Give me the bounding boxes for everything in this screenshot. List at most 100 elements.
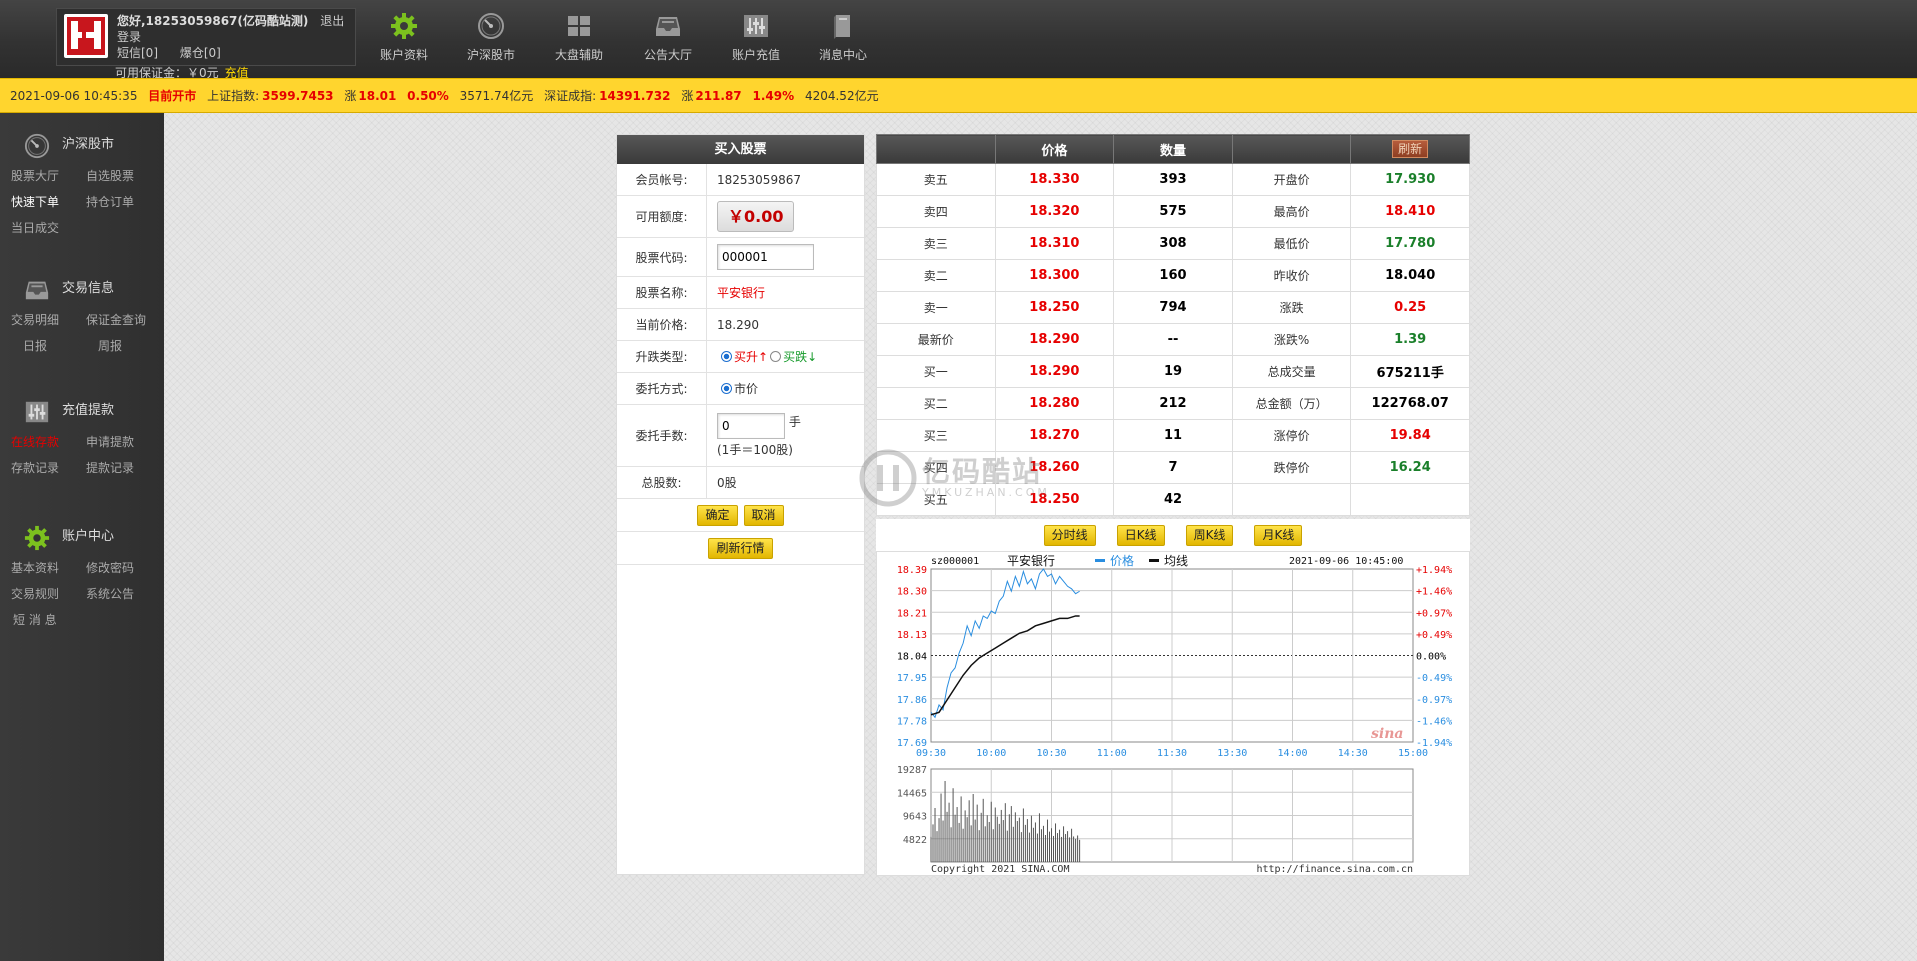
nav-recharge[interactable]: 账户充值 [716, 12, 796, 63]
sidebar-item-trade-rules[interactable]: 交易规则 [11, 581, 86, 607]
daily-k-button[interactable]: 日K线 [1116, 524, 1165, 546]
quote-row-value: 1.39 [1350, 323, 1470, 356]
confirm-button[interactable]: 确定 [697, 504, 738, 526]
sidebar-item-withdraw-records[interactable]: 提款记录 [86, 455, 161, 481]
nav-message-center[interactable]: 消息中心 [803, 12, 883, 63]
refresh-quote-button[interactable]: 刷新行情 [708, 537, 773, 559]
gauge-icon [478, 13, 504, 39]
tray-icon [25, 281, 49, 300]
sidebar-section-title[interactable]: 充值提款 [0, 393, 164, 429]
quote-row: 卖四 18.320 575 最高价 18.410 [876, 195, 1470, 228]
quote-row-value: 675211手 [1350, 355, 1470, 388]
sidebar-section-title[interactable]: 沪深股市 [0, 127, 164, 163]
nav-label: 沪深股市 [466, 48, 515, 62]
quote-row: 买一 18.290 19 总成交量 675211手 [876, 355, 1470, 388]
total-shares-value: 0股 [717, 476, 737, 490]
header-blank [1231, 134, 1352, 164]
quote-row-qty: 11 [1113, 419, 1233, 452]
quote-row: 卖五 18.330 393 开盘价 17.930 [876, 163, 1470, 196]
sidebar-item-trade-detail[interactable]: 交易明细 [11, 307, 86, 333]
sidebar-item-deposit-records[interactable]: 存款记录 [11, 455, 86, 481]
nav-market-assist[interactable]: 大盘辅助 [539, 12, 619, 63]
sidebar-item-quick-order[interactable]: 快速下单 [11, 189, 86, 215]
quote-row-key: 最高价 [1231, 195, 1352, 228]
quote-row: 最新价 18.290 -- 涨跌% 1.39 [876, 323, 1470, 356]
stock-code-input[interactable] [717, 244, 814, 270]
x-tick-label: 09:30 [916, 748, 946, 759]
sidebar-item-messages[interactable]: 短 消 息 [11, 607, 86, 633]
x-tick-label: 14:30 [1338, 748, 1368, 759]
quote-row-key: 最低价 [1231, 227, 1352, 260]
quote-row-qty: 7 [1113, 451, 1233, 484]
sidebar-item-online-deposit[interactable]: 在线存款 [11, 429, 86, 455]
buy-up-label[interactable]: 买升↑ [734, 348, 768, 365]
y-pct-tick-label: +0.97% [1416, 608, 1452, 619]
sidebar-section-title[interactable]: 账户中心 [0, 519, 164, 555]
sidebar-section-title[interactable]: 交易信息 [0, 271, 164, 307]
nav-label: 账户资料 [379, 48, 428, 62]
sh-change: 18.01 [358, 89, 397, 103]
x-tick-label: 13:30 [1217, 748, 1247, 759]
weekly-k-button[interactable]: 周K线 [1185, 524, 1234, 546]
sidebar-item-profile[interactable]: 基本资料 [11, 555, 86, 581]
watermark-title: 亿码酷站 [922, 454, 1043, 488]
quote-row-qty: -- [1113, 323, 1233, 356]
sidebar-item-withdraw[interactable]: 申请提款 [86, 429, 161, 455]
legend-price-label: 价格 [1110, 553, 1134, 568]
sidebar-item-stock-hall[interactable]: 股票大厅 [11, 163, 86, 189]
market-status: 目前开市 [148, 89, 197, 103]
quote-row-label: 买三 [876, 419, 996, 452]
buy-up-radio[interactable] [721, 351, 732, 362]
nav-account-info[interactable]: 账户资料 [364, 12, 444, 63]
quote-row-qty: 212 [1113, 387, 1233, 420]
quote-row-value: 18.040 [1350, 259, 1470, 292]
sms-link[interactable]: 短信[0] [117, 46, 158, 60]
legend-avg-label: 均线 [1164, 554, 1188, 568]
sidebar-item-daily-report[interactable]: 日报 [11, 333, 86, 359]
buy-down-label[interactable]: 买跌↓ [783, 348, 817, 365]
quote-row-key: 涨跌 [1231, 291, 1352, 324]
sidebar-item-watchlist[interactable]: 自选股票 [86, 163, 161, 189]
sz-label: 深证成指: [544, 89, 597, 103]
blowup-link[interactable]: 爆仓[0] [180, 46, 221, 60]
y-pct-tick-label: -0.97% [1416, 695, 1452, 706]
y-tick-label: 18.39 [897, 565, 927, 576]
market-ticker: 2021-09-06 10:45:35 目前开市 上证指数: 3599.7453 … [0, 78, 1917, 113]
quote-row-price: 18.290 [994, 323, 1115, 356]
lots-unit: 手 [788, 415, 801, 429]
nav-announcements[interactable]: 公告大厅 [628, 12, 708, 63]
type-label: 升跌类型: [617, 341, 707, 372]
market-order-label[interactable]: 市价 [734, 380, 758, 397]
y-tick-label: 18.21 [897, 608, 927, 619]
market-order-radio[interactable] [721, 383, 732, 394]
cancel-button[interactable]: 取消 [743, 504, 784, 526]
sidebar-item-today-deals[interactable]: 当日成交 [11, 215, 86, 241]
quote-row-key: 总金额（万） [1231, 387, 1352, 420]
quote-row-qty: 42 [1113, 483, 1233, 516]
sidebar-item-margin-query[interactable]: 保证金查询 [86, 307, 161, 333]
quote-row-label: 卖一 [876, 291, 996, 324]
quote-row: 卖三 18.310 308 最低价 17.780 [876, 227, 1470, 260]
quote-row-value: 0.25 [1350, 291, 1470, 324]
sidebar-item-positions[interactable]: 持仓订单 [86, 189, 161, 215]
nav-stock-market[interactable]: 沪深股市 [451, 12, 531, 63]
sz-change-label: 涨 [681, 89, 694, 103]
stock-name-value: 平安银行 [717, 286, 766, 300]
sidebar-item-change-password[interactable]: 修改密码 [86, 555, 161, 581]
header-refresh-cell: 刷新 [1350, 134, 1470, 164]
sh-label: 上证指数: [207, 89, 260, 103]
buy-down-radio[interactable] [770, 351, 782, 362]
quote-row-qty: 393 [1113, 163, 1233, 196]
intraday-button[interactable]: 分时线 [1043, 524, 1096, 546]
refresh-button[interactable]: 刷新 [1392, 140, 1429, 158]
volume-tick-label: 4822 [903, 835, 927, 846]
sidebar-item-announcements[interactable]: 系统公告 [86, 581, 161, 607]
volume-tick-label: 19287 [897, 765, 927, 776]
sidebar-item-weekly-report[interactable]: 周报 [86, 333, 161, 359]
lots-input[interactable] [717, 413, 785, 439]
section-title-text: 沪深股市 [62, 137, 115, 152]
y-pct-tick-label: +1.94% [1416, 565, 1452, 576]
quote-row-label: 卖五 [876, 163, 996, 196]
monthly-k-button[interactable]: 月K线 [1254, 524, 1303, 546]
code-label: 股票代码: [617, 238, 707, 276]
